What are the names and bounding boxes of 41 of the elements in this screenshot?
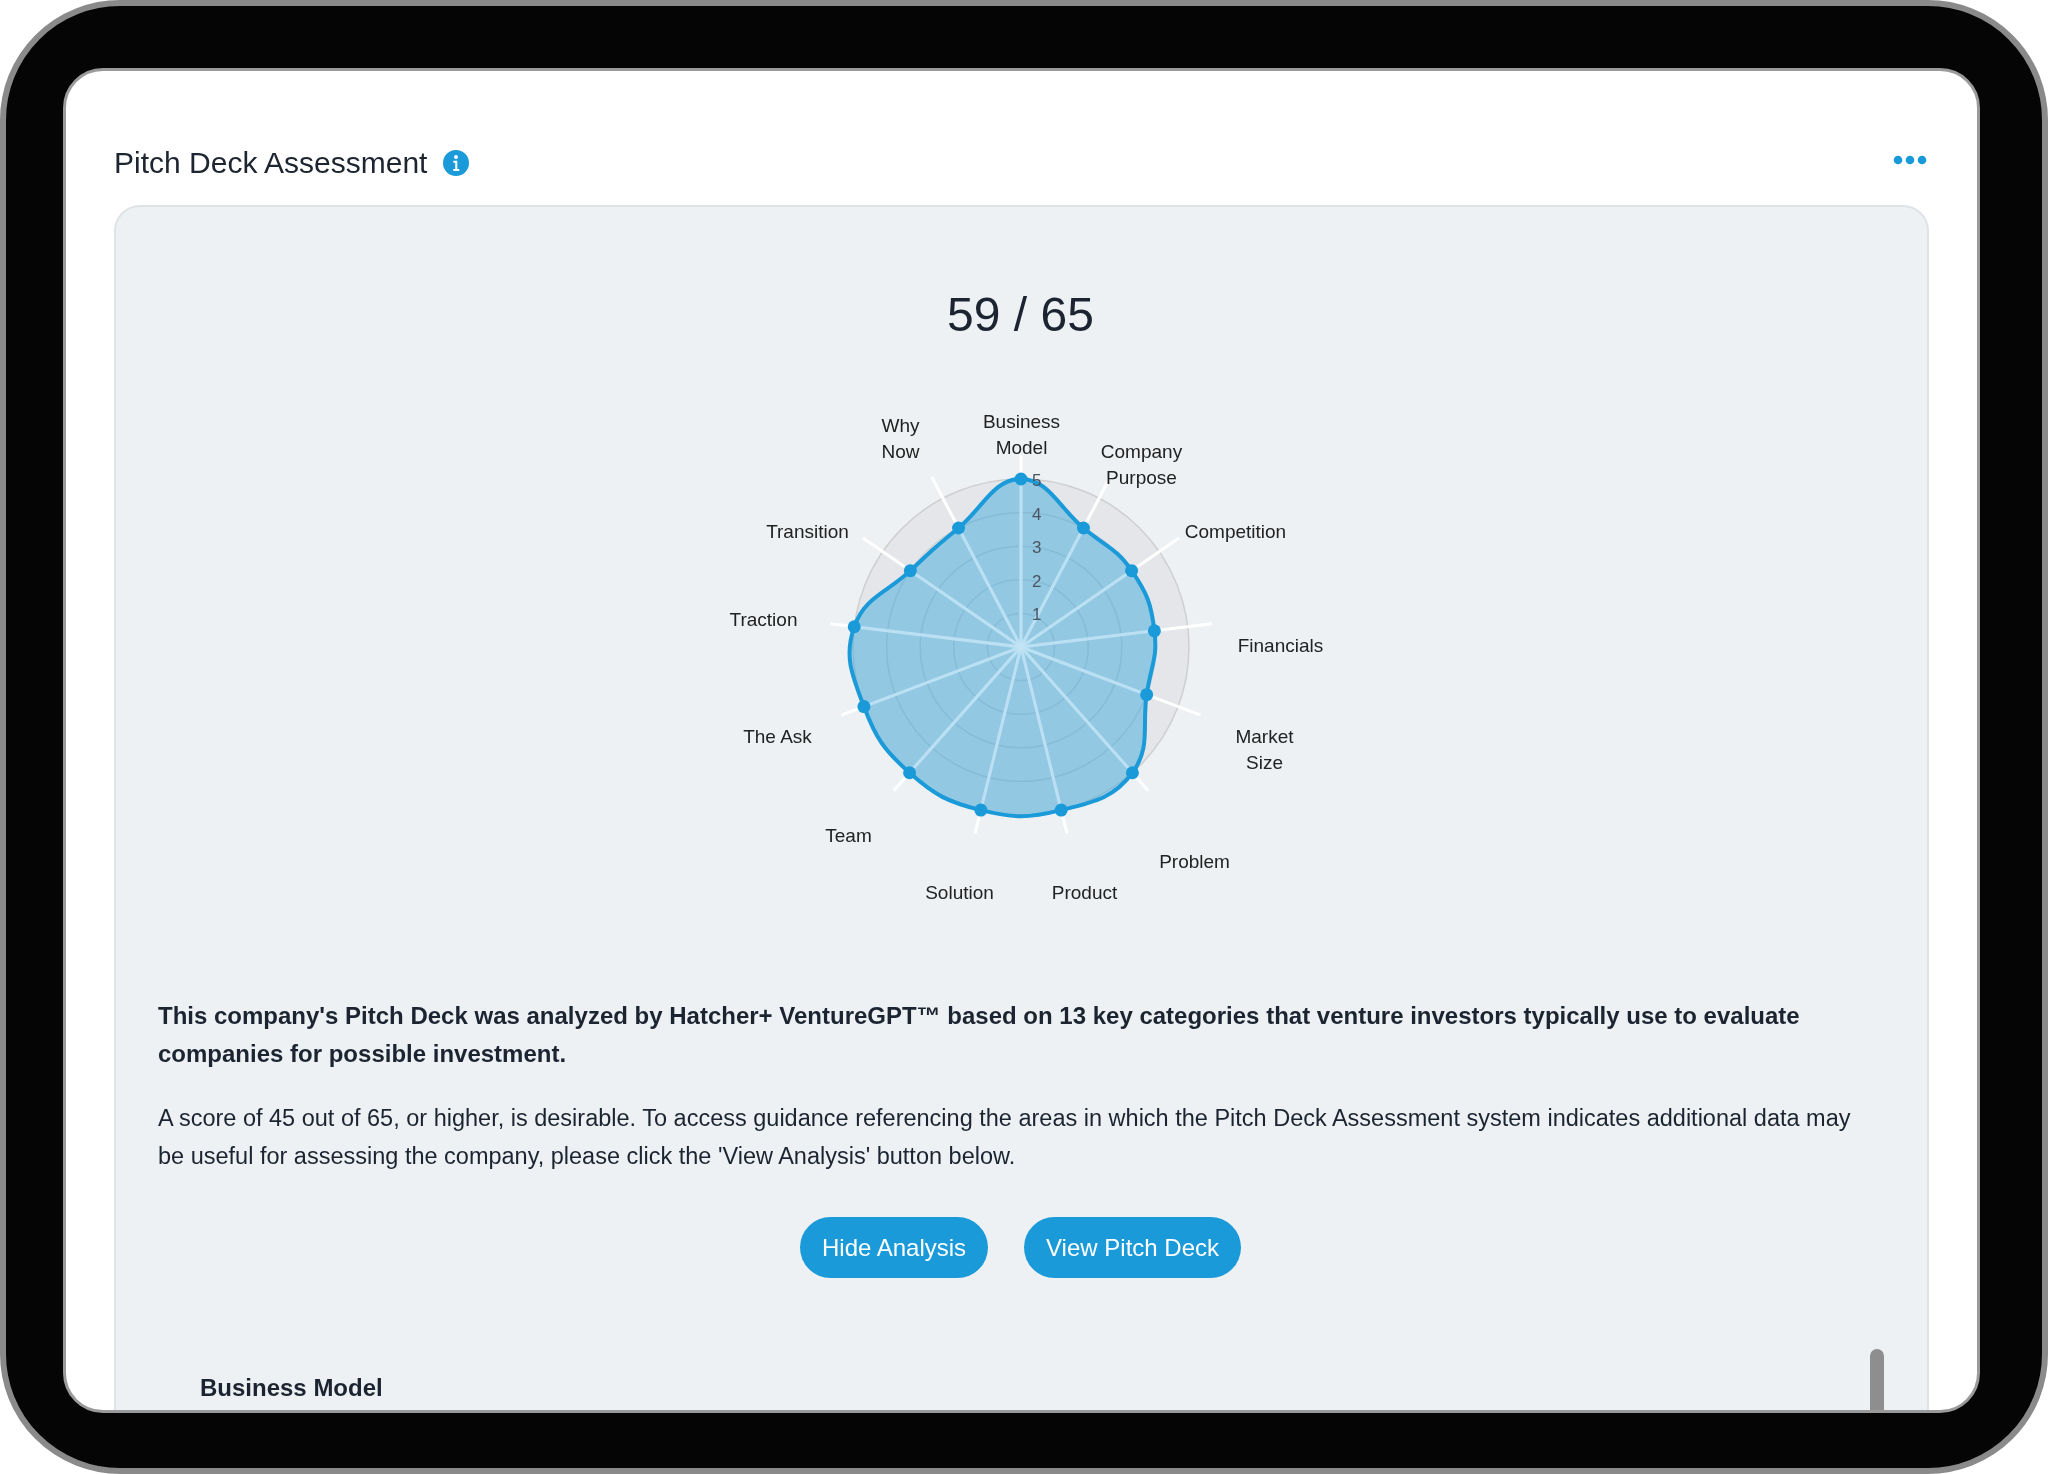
data-point xyxy=(1147,624,1161,638)
info-icon[interactable] xyxy=(443,150,470,176)
axis-label: The Ask xyxy=(743,725,812,749)
data-point xyxy=(847,620,861,634)
axis-label: Financials xyxy=(1237,634,1324,658)
axis-label: Company Purpose xyxy=(1100,440,1183,490)
action-button[interactable]: View Pitch Deck xyxy=(1024,1217,1241,1278)
axis-label: Business Model xyxy=(981,410,1062,460)
data-point xyxy=(902,766,916,780)
axis-label: Solution xyxy=(925,881,994,905)
data-point xyxy=(1139,688,1153,702)
data-point xyxy=(973,803,987,817)
more-options-icon[interactable] xyxy=(1893,155,1927,165)
axis-label: Traction xyxy=(729,608,798,632)
data-point xyxy=(1125,766,1139,780)
axis-tick-label: 1 xyxy=(1031,605,1041,625)
score-text: 59 / 65 xyxy=(946,287,1095,343)
description-text: A score of 45 out of 65, or higher, is desirable. To access guidance referencing the areas in which the Pitch Deck Assessment system indicates additional data may be useful for assessing the company, please click the 'View Analysis' button below. xyxy=(158,1104,1852,1171)
axis-tick-label: 3 xyxy=(1031,538,1041,558)
data-point xyxy=(856,700,870,714)
data-point xyxy=(1054,803,1068,817)
data-point xyxy=(1124,564,1138,578)
action-button[interactable]: Hide Analysis xyxy=(799,1217,989,1278)
data-point xyxy=(951,521,965,535)
axis-label: Market Size xyxy=(1234,725,1295,775)
axis-tick-label: 4 xyxy=(1031,504,1041,524)
axis-label: Transition xyxy=(766,520,849,544)
axis-label: Problem xyxy=(1159,850,1230,874)
data-point xyxy=(903,564,917,578)
axis-label: Team xyxy=(825,824,872,848)
axis-label: Product xyxy=(1051,881,1118,905)
data-point xyxy=(1014,472,1027,486)
axis-tick-label: 2 xyxy=(1031,571,1041,591)
summary-text: This company's Pitch Deck was analyzed by Hatcher+ VentureGPT™ based on 13 key categories that venture investors typically use to evaluate companies for possible investment. xyxy=(158,1001,1801,1069)
axis-label: Why Now xyxy=(880,414,921,464)
page-title: Pitch Deck Assessment xyxy=(114,146,428,180)
scrollbar-thumb[interactable] xyxy=(1870,1349,1884,1410)
data-point xyxy=(1076,521,1090,535)
axis-tick-label: 5 xyxy=(1031,471,1041,490)
section-heading: Business Model xyxy=(200,1374,384,1402)
axis-label: Competition xyxy=(1184,520,1287,544)
